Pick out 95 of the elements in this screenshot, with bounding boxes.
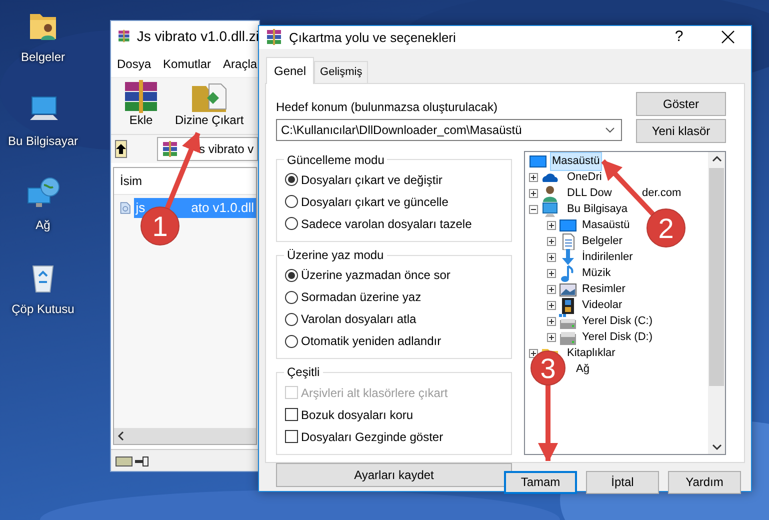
tree-item[interactable]: Müzik bbox=[580, 265, 613, 282]
option-label[interactable]: Dosyaları Gezginde göster bbox=[301, 428, 444, 446]
expand-toggle[interactable] bbox=[529, 173, 538, 182]
desktop-icon bbox=[529, 153, 547, 170]
radio-button[interactable] bbox=[285, 173, 298, 186]
disk-drive-icon bbox=[559, 313, 577, 330]
option-label[interactable]: Varolan dosyaları atla bbox=[301, 310, 416, 328]
scrollbar[interactable] bbox=[114, 428, 256, 444]
window-title: Js vibrato v1.0.dll.zi bbox=[136, 26, 259, 46]
side-button[interactable]: Göster bbox=[636, 92, 726, 116]
tree-item[interactable]: İndirilenler bbox=[580, 249, 635, 266]
tree-item[interactable]: Ağ bbox=[574, 361, 592, 378]
tree-item[interactable]: Bu Bilgisaya bbox=[565, 201, 630, 218]
desktop-icon bbox=[559, 217, 577, 234]
file-icon bbox=[120, 200, 131, 216]
option-label[interactable]: Otomatik yeniden adlandır bbox=[301, 332, 442, 350]
toolbar-button[interactable]: Dizine Çıkart bbox=[175, 78, 244, 128]
desktop-icon-label[interactable]: Bu Bilgisayar bbox=[8, 132, 78, 150]
up-button[interactable] bbox=[115, 140, 127, 158]
tree-item[interactable]: Kitaplıklar bbox=[565, 345, 618, 362]
side-button[interactable]: Yeni klasör bbox=[636, 118, 726, 142]
radio-button[interactable] bbox=[285, 217, 298, 230]
download-arrow-icon bbox=[559, 249, 577, 266]
group-title: Üzerine yaz modu bbox=[286, 248, 385, 262]
scroll-thumb[interactable] bbox=[709, 168, 724, 386]
tree-item[interactable]: Resimler bbox=[580, 281, 628, 298]
tree-item[interactable]: Masaüstü bbox=[550, 152, 602, 171]
step-number: 3 bbox=[530, 350, 566, 386]
picture-frame-icon bbox=[559, 281, 577, 298]
film-strip-icon bbox=[559, 297, 577, 314]
menu-item[interactable]: Komutlar bbox=[163, 55, 212, 73]
expand-toggle[interactable] bbox=[547, 301, 556, 310]
option-label[interactable]: Üzerine yazmadan önce sor bbox=[301, 266, 450, 284]
desktop-icon-label[interactable]: Ağ bbox=[36, 216, 50, 234]
dialog-button[interactable]: İptal bbox=[586, 470, 659, 494]
radio-button[interactable] bbox=[285, 334, 298, 348]
disk-drive-icon bbox=[559, 329, 577, 346]
tree-item[interactable]: DLL Dow bbox=[565, 185, 615, 202]
expand-toggle[interactable] bbox=[547, 317, 556, 326]
radio-button[interactable] bbox=[285, 268, 298, 282]
up-arrow-icon bbox=[116, 144, 126, 154]
close-icon[interactable] bbox=[721, 30, 735, 44]
option-label[interactable]: Bozuk dosyaları koru bbox=[301, 406, 414, 424]
expand-toggle[interactable] bbox=[547, 285, 556, 294]
tab[interactable]: Genel bbox=[266, 56, 314, 84]
expand-toggle[interactable] bbox=[529, 205, 538, 214]
expand-toggle[interactable] bbox=[547, 333, 556, 342]
option-label[interactable]: Sadece varolan dosyaları tazele bbox=[301, 214, 472, 233]
expand-toggle[interactable] bbox=[547, 221, 556, 230]
group-title: Güncelleme modu bbox=[286, 152, 386, 167]
radio-button[interactable] bbox=[285, 312, 298, 326]
scrollbar[interactable] bbox=[708, 152, 725, 454]
tab[interactable]: Gelişmiş bbox=[314, 61, 368, 82]
group-title: Çeşitli bbox=[286, 365, 321, 380]
destination-field[interactable]: C:\Kullanıcılar\DllDownloader_com\Masaüstü bbox=[276, 118, 622, 140]
tree-item[interactable]: Yerel Disk (C:) bbox=[580, 313, 654, 330]
drive-key-icon bbox=[115, 454, 149, 466]
expand-toggle[interactable] bbox=[547, 269, 556, 278]
chevron-left-icon bbox=[117, 431, 125, 441]
desktop-icon-label[interactable]: Belgeler bbox=[20, 48, 66, 66]
menu-item[interactable]: Dosya bbox=[117, 55, 152, 73]
checkbox[interactable] bbox=[285, 408, 298, 422]
option-label[interactable]: Dosyaları çıkart ve değiştir bbox=[301, 170, 442, 189]
menu-item[interactable]: Araçla bbox=[223, 55, 258, 73]
radio-button[interactable] bbox=[285, 195, 298, 208]
expand-toggle[interactable] bbox=[547, 253, 556, 262]
expand-toggle[interactable] bbox=[547, 237, 556, 246]
tree-item[interactable]: Videolar bbox=[580, 297, 624, 314]
dialog-button[interactable]: Yardım bbox=[668, 470, 741, 494]
desktop-icon-label[interactable]: Çöp Kutusu bbox=[12, 300, 74, 318]
dialog-title: Çıkartma yolu ve seçenekleri bbox=[289, 28, 456, 47]
checkbox[interactable] bbox=[285, 430, 298, 444]
expand-toggle[interactable] bbox=[529, 189, 538, 198]
dropdown-caret-icon bbox=[605, 126, 615, 132]
archive-icon bbox=[117, 27, 131, 45]
radio-button[interactable] bbox=[285, 290, 298, 304]
column-header[interactable]: İsim bbox=[114, 168, 256, 196]
tree-item[interactable]: der.com bbox=[640, 185, 684, 202]
step-number: 2 bbox=[646, 208, 686, 248]
archive-icon bbox=[265, 28, 283, 46]
field-label: Hedef konum (bulunmazsa oluşturulacak) bbox=[276, 98, 498, 116]
tree-item[interactable]: OneDri bbox=[565, 169, 604, 186]
user-icon bbox=[541, 185, 559, 202]
tree-item[interactable]: Yerel Disk (D:) bbox=[580, 329, 654, 346]
computer-icon bbox=[541, 201, 559, 218]
tree-item[interactable]: Belgeler bbox=[580, 233, 624, 250]
option-label[interactable]: Dosyaları çıkart ve güncelle bbox=[301, 192, 448, 211]
help-button[interactable]: ? bbox=[659, 26, 699, 48]
option-label[interactable]: Sormadan üzerine yaz bbox=[301, 288, 422, 306]
dialog-button[interactable]: Tamam bbox=[504, 470, 577, 494]
save-settings-button[interactable]: Ayarları kaydet bbox=[276, 462, 512, 487]
toolbar-button[interactable]: Ekle bbox=[121, 78, 161, 128]
archive-icon bbox=[161, 140, 179, 158]
tree-item[interactable]: Masaüstü bbox=[580, 217, 632, 234]
expand-toggle[interactable] bbox=[529, 349, 538, 358]
